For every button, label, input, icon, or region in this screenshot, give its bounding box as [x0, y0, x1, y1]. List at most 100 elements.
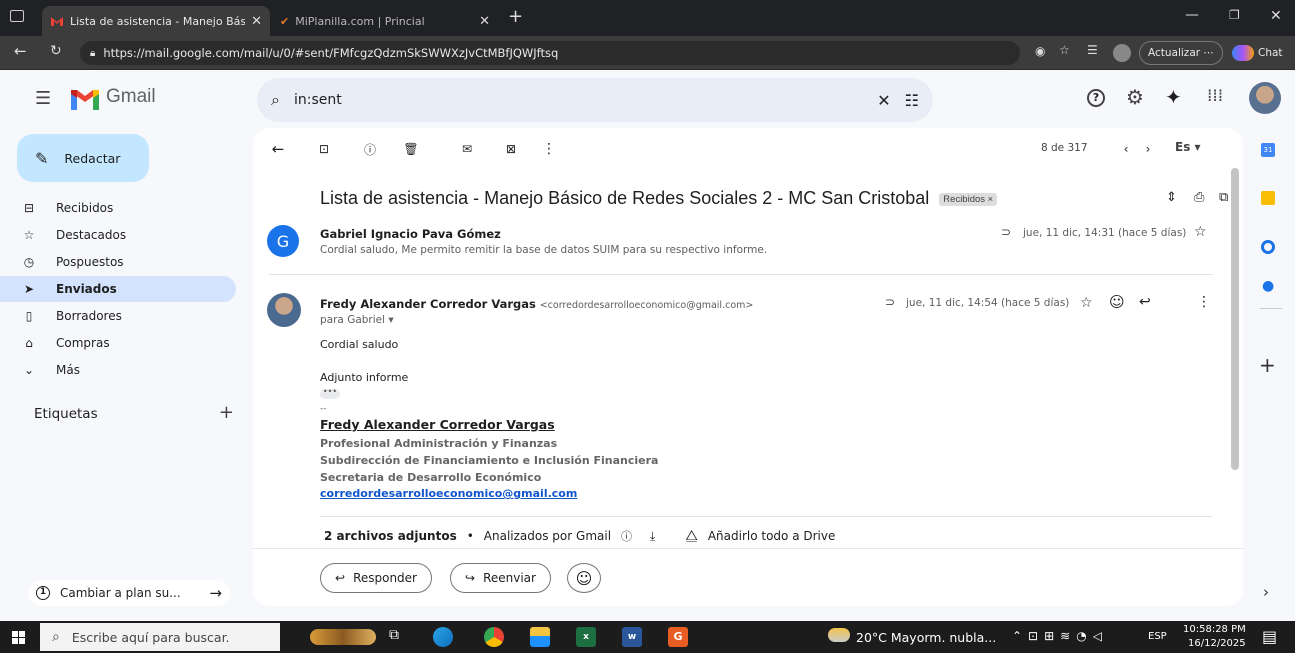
tab-miplanilla[interactable]: ✔ MiPlanilla.com | Princial ✕ [272, 6, 498, 36]
compose-button[interactable]: ✎ Redactar [17, 134, 149, 182]
sidebar-item-recibidos[interactable]: ⊟ Recibidos [0, 195, 236, 221]
back-to-list-icon[interactable]: ← [269, 140, 287, 158]
account-avatar[interactable] [1249, 82, 1281, 114]
emoji-react-button[interactable]: ☺ [567, 563, 601, 593]
scrollbar-thumb[interactable] [1231, 168, 1239, 470]
weather-cloud-icon[interactable] [828, 628, 850, 642]
keep-icon[interactable] [1261, 191, 1275, 205]
signature-email-link[interactable]: corredordesarrolloeconomico@gmail.com [320, 487, 577, 500]
windows-start-icon[interactable] [12, 631, 26, 644]
message-more-icon[interactable]: ⋮ [1197, 294, 1211, 310]
minimize-icon[interactable]: — [1185, 7, 1199, 23]
main-menu-icon[interactable]: ☰ [35, 88, 51, 109]
sender-name[interactable]: Fredy Alexander Corredor Vargas [320, 297, 536, 311]
calendar-icon[interactable]: 31 [1261, 143, 1275, 157]
sender-avatar[interactable]: G [267, 225, 299, 257]
sidebar-item-pospuestos[interactable]: ◷ Pospuestos [0, 249, 236, 275]
recipients-toggle[interactable]: para Gabriel ▾ [320, 314, 394, 326]
clock-date[interactable]: 16/12/2025 [1188, 638, 1246, 649]
chrome-icon[interactable] [484, 627, 504, 647]
weather-text[interactable]: 20°C Mayorm. nubla... [856, 630, 996, 645]
show-side-panel-icon[interactable]: › [1263, 583, 1269, 601]
report-spam-icon[interactable]: ⓘ [361, 140, 379, 158]
reply-icon[interactable]: ↩ [1139, 294, 1151, 310]
tray-icons[interactable]: ⌃⊡⊞≋◔◁ [1012, 629, 1108, 643]
excel-icon[interactable]: x [576, 627, 596, 647]
sidebar-item-compras[interactable]: ⌂ Compras [0, 330, 236, 356]
search-input[interactable]: in:sent [294, 92, 863, 108]
reply-button[interactable]: ↩ Responder [320, 563, 432, 593]
copilot-button[interactable]: Chat [1230, 41, 1285, 65]
clear-search-icon[interactable]: ✕ [877, 91, 890, 110]
lang-label: Es [1175, 140, 1191, 154]
message-snippet[interactable]: Cordial saludo, Me permito remitir la ba… [320, 244, 767, 256]
sender-avatar[interactable] [267, 293, 301, 327]
favorite-star-icon[interactable]: ☆ [1059, 43, 1070, 57]
sidebar-item-destacados[interactable]: ☆ Destacados [0, 222, 236, 248]
app-g-icon[interactable]: G [668, 627, 688, 647]
clock-time[interactable]: 10:58:28 PM [1183, 624, 1246, 635]
gemini-sparkle-icon[interactable]: ✦ [1165, 85, 1182, 109]
apps-grid-icon[interactable]: ⁞⁞⁞ [1207, 86, 1223, 106]
sidebar-item-borradores[interactable]: ▯ Borradores [0, 303, 236, 329]
mark-unread-icon[interactable]: ✉ [458, 140, 476, 158]
input-language-button[interactable]: Es ▾ [1175, 140, 1201, 154]
upgrade-plan-button[interactable]: 1 Cambiar a plan su... → [28, 580, 230, 606]
older-chevron-icon[interactable]: › [1139, 140, 1157, 158]
add-label-icon[interactable]: + [219, 404, 234, 422]
search-options-icon[interactable]: ☷ [905, 91, 919, 110]
update-button[interactable]: Actualizar ⋯ [1139, 41, 1223, 65]
sender-name[interactable]: Gabriel Ignacio Pava Gómez [320, 227, 501, 241]
extension-icon[interactable]: ◉ [1035, 44, 1045, 58]
star-message-icon[interactable]: ☆ [1080, 295, 1093, 311]
print-icon[interactable]: ⎙ [1194, 190, 1204, 205]
add-to-drive-label[interactable]: Añadirlo todo a Drive [708, 529, 836, 543]
tab-actions-icon[interactable] [10, 10, 24, 22]
delete-icon[interactable]: 🗑︎ [402, 140, 420, 158]
archive-icon[interactable]: ⊡ [315, 140, 333, 158]
back-icon[interactable]: ← [14, 42, 27, 60]
close-tab-icon[interactable]: ✕ [479, 14, 490, 29]
help-icon[interactable]: ? [1087, 89, 1105, 107]
url-field[interactable]: 🔒︎ https://mail.google.com/mail/u/0/#sen… [80, 41, 1020, 65]
file-explorer-icon[interactable] [530, 627, 550, 647]
forward-button[interactable]: ↪ Reenviar [450, 563, 551, 593]
tasks-icon[interactable] [1261, 240, 1275, 254]
new-tab-icon[interactable]: + [508, 6, 523, 27]
open-new-window-icon[interactable]: ⧉ [1219, 190, 1228, 205]
restore-icon[interactable]: ❐ [1229, 8, 1240, 22]
edge-icon[interactable] [433, 627, 453, 647]
emoji-reaction-icon[interactable]: ☺ [1109, 293, 1125, 311]
inbox-label-chip[interactable]: Recibidos × [939, 192, 998, 206]
get-addons-icon[interactable]: + [1259, 353, 1276, 377]
word-icon[interactable]: w [622, 627, 642, 647]
search-highlight-image[interactable] [310, 629, 376, 645]
move-to-icon[interactable]: ⊠ [502, 140, 520, 158]
windows-taskbar: ⌕ Escribe aquí para buscar. ⧉ x w G 20°C… [0, 621, 1295, 653]
download-all-icon[interactable]: ⤓ [650, 529, 655, 544]
gmail-logo-icon[interactable] [69, 88, 101, 112]
search-bar[interactable]: ⌕ in:sent ✕ ☷ [257, 78, 933, 122]
scan-info-icon[interactable]: ⓘ [621, 528, 632, 544]
profile-icon[interactable] [1113, 44, 1131, 62]
tab-gmail[interactable]: Lista de asistencia - Manejo Básico ✕ [42, 6, 270, 36]
close-window-icon[interactable]: ✕ [1270, 8, 1282, 24]
favorites-icon[interactable]: ☰ [1087, 43, 1098, 57]
taskbar-search[interactable]: ⌕ Escribe aquí para buscar. [40, 623, 280, 651]
keyboard-language[interactable]: ESP [1148, 631, 1167, 642]
reload-icon[interactable]: ↻ [50, 43, 62, 59]
sidebar-item-mas[interactable]: ⌄ Más [0, 357, 236, 383]
close-tab-icon[interactable]: ✕ [251, 14, 262, 29]
more-options-icon[interactable]: ⋮ [540, 140, 558, 158]
expand-all-icon[interactable]: ⇕ [1166, 190, 1177, 205]
add-to-drive-icon[interactable]: ⧋ [685, 528, 698, 544]
search-icon[interactable]: ⌕ [271, 90, 280, 110]
sidebar-item-enviados[interactable]: ➤ Enviados [0, 276, 236, 302]
contacts-icon[interactable]: ● [1262, 278, 1274, 294]
show-trimmed-content-icon[interactable]: ••• [320, 388, 340, 399]
newer-chevron-icon[interactable]: ‹ [1117, 140, 1135, 158]
notifications-icon[interactable]: ▤ [1262, 627, 1277, 646]
settings-gear-icon[interactable]: ⚙ [1126, 85, 1144, 109]
task-view-icon[interactable]: ⧉ [389, 627, 399, 643]
star-message-icon[interactable]: ☆ [1194, 224, 1207, 240]
